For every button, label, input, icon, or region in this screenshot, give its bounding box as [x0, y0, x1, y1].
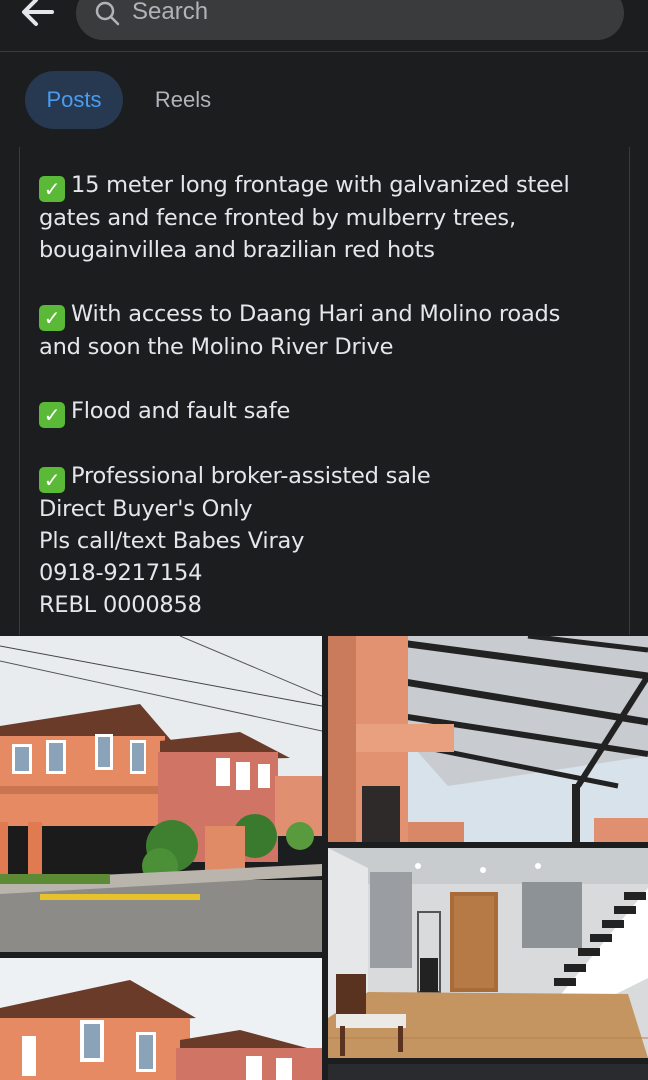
post-line: Flood and fault safe	[71, 398, 291, 424]
search-input[interactable]: Search	[76, 0, 624, 40]
post-text: ✓ 15 meter long frontage with galvanized …	[39, 169, 619, 621]
post-paragraph: ✓ Flood and fault safe	[39, 395, 619, 428]
post-photo-house-front[interactable]	[0, 958, 322, 1080]
back-button[interactable]	[16, 0, 60, 36]
phone-number: 0918-9217154	[39, 560, 203, 586]
post-line: gates and fence fronted by mulberry tree…	[39, 205, 516, 231]
post-line: bougainvillea and brazilian red hots	[39, 237, 435, 263]
post-photo-carport[interactable]	[328, 636, 648, 842]
check-mark-icon: ✓	[39, 467, 65, 493]
post-line: 15 meter long frontage with galvanized s…	[71, 172, 570, 198]
top-bar: Search	[0, 0, 648, 52]
post-line: and soon the Molino River Drive	[39, 334, 394, 360]
post-photo-house-exterior[interactable]	[0, 636, 322, 952]
tab-posts[interactable]: Posts	[25, 71, 123, 129]
arrow-left-icon	[22, 0, 54, 26]
check-mark-icon: ✓	[39, 305, 65, 331]
search-icon	[95, 1, 120, 26]
post-card: ✓ 15 meter long frontage with galvanized …	[19, 147, 630, 635]
post-line: Direct Buyer's Only	[39, 496, 253, 522]
post-line: Pls call/text Babes Viray	[39, 528, 305, 554]
check-mark-icon: ✓	[39, 402, 65, 428]
post-line: With access to Daang Hari and Molino roa…	[71, 301, 561, 327]
tab-bar: Posts Reels	[0, 53, 648, 147]
post-photo-partial[interactable]	[328, 1064, 648, 1080]
license-number: REBL 0000858	[39, 592, 202, 618]
post-photo-interior[interactable]	[328, 848, 648, 1058]
post-paragraph: ✓ With access to Daang Hari and Molino ro…	[39, 298, 619, 363]
tab-reels[interactable]: Reels	[134, 71, 232, 129]
search-placeholder: Search	[132, 0, 209, 25]
post-line: Professional broker-assisted sale	[71, 463, 431, 489]
check-mark-icon: ✓	[39, 176, 65, 202]
post-paragraph: ✓ 15 meter long frontage with galvanized …	[39, 169, 619, 266]
post-paragraph: ✓ Professional broker-assisted sale Direc…	[39, 460, 619, 621]
